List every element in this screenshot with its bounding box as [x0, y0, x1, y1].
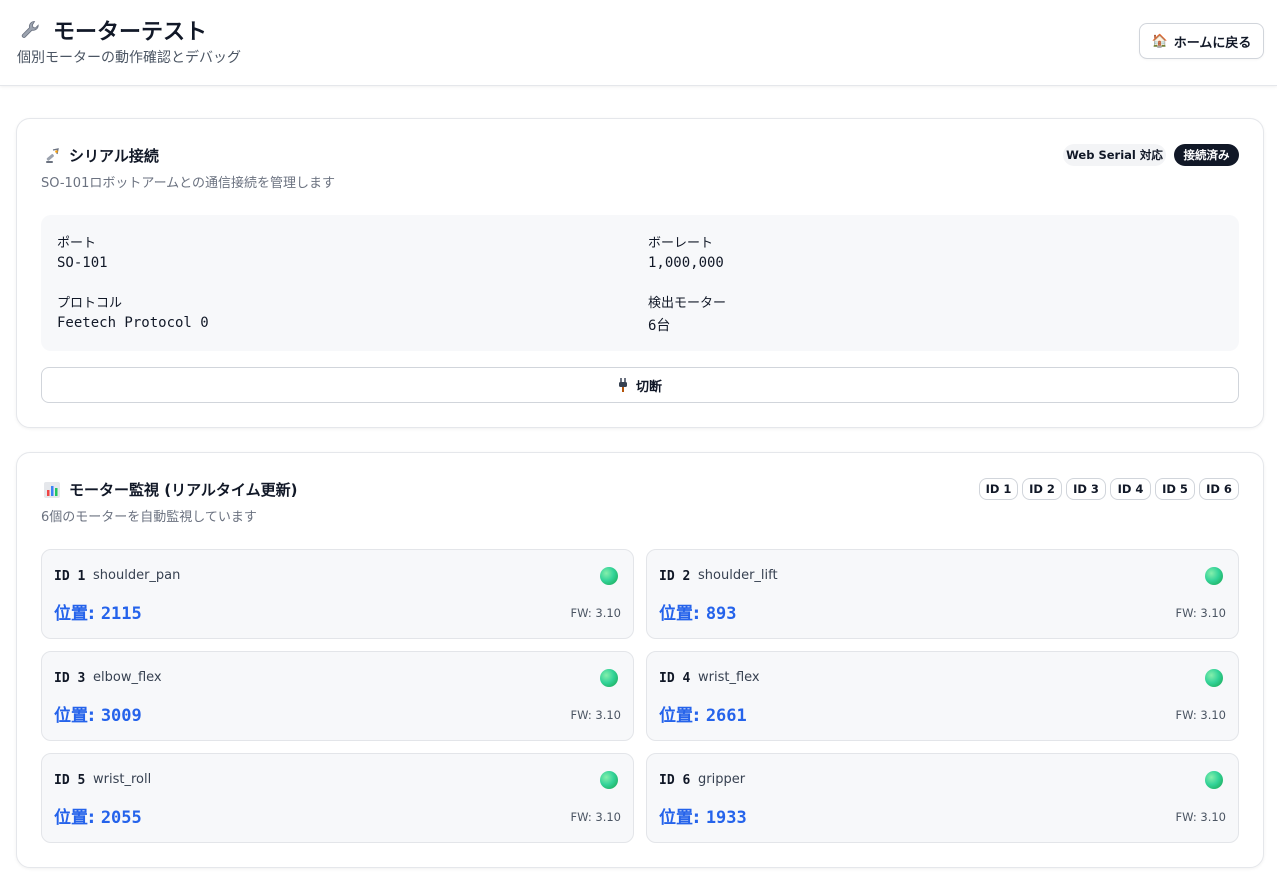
disconnect-button-label: 切断 — [635, 379, 662, 395]
motor-id: ID 2 — [659, 569, 691, 584]
serial-card-title-text: シリアル接続 — [69, 147, 159, 165]
position-value: 2055 — [100, 808, 142, 828]
motor-position: 位置: 2055 — [54, 803, 142, 828]
connection-status-badge: 接続済み — [1174, 144, 1239, 166]
detected-motors-label: 検出モーター — [648, 296, 727, 311]
monitor-card-title: モーター監視 (リアルタイム更新) — [43, 479, 298, 500]
wrench-icon — [21, 21, 39, 38]
motor-card-2: ID 2 shoulder_lift 位置: 893 FW: 3.10 — [646, 549, 1239, 639]
motor-id: ID 1 — [54, 569, 86, 584]
monitor-card-description: 6個のモーターを自動監視しています — [41, 510, 257, 525]
motor-position: 位置: 2115 — [54, 599, 142, 624]
motor-card-1: ID 1 shoulder_pan 位置: 2115 FW: 3.10 — [41, 549, 634, 639]
firmware-version: FW: 3.10 — [1175, 606, 1226, 620]
status-dot-icon — [1205, 567, 1223, 585]
position-label: 位置: — [54, 706, 95, 726]
position-value: 1933 — [705, 808, 747, 828]
position-label: 位置: — [54, 604, 95, 624]
motor-card-5: ID 5 wrist_roll 位置: 2055 FW: 3.10 — [41, 753, 634, 843]
web-serial-badge: Web Serial 対応 — [1063, 144, 1166, 166]
position-value: 3009 — [100, 706, 142, 726]
id-chip-1[interactable]: ID 1 — [979, 478, 1018, 500]
status-dot-icon — [1205, 771, 1223, 789]
firmware-version: FW: 3.10 — [570, 606, 621, 620]
position-value: 893 — [705, 604, 737, 624]
firmware-version: FW: 3.10 — [570, 810, 621, 824]
motor-id: ID 6 — [659, 773, 691, 788]
motor-id: ID 5 — [54, 773, 86, 788]
id-chip-2[interactable]: ID 2 — [1022, 478, 1062, 500]
id-chip-3[interactable]: ID 3 — [1066, 478, 1106, 500]
motor-position: 位置: 1933 — [659, 803, 747, 828]
motor-position: 位置: 3009 — [54, 701, 142, 726]
status-dot-icon — [600, 669, 618, 687]
motor-card-4: ID 4 wrist_flex 位置: 2661 FW: 3.10 — [646, 651, 1239, 741]
motor-name: wrist_flex — [698, 670, 760, 685]
baud-label: ボーレート — [648, 236, 714, 251]
motor-card-3: ID 3 elbow_flex 位置: 3009 FW: 3.10 — [41, 651, 634, 741]
serial-connection-card: シリアル接続 SO-101ロボットアームとの通信接続を管理します Web Ser… — [16, 118, 1264, 428]
serial-card-title: シリアル接続 — [43, 145, 159, 166]
port-label: ポート — [57, 236, 97, 251]
position-label: 位置: — [659, 706, 700, 726]
home-button-label: ホームに戻る — [1173, 35, 1252, 51]
motor-position: 位置: 2661 — [659, 701, 747, 726]
page-header: モーターテスト 個別モーターの動作確認とデバッグ 🏠 ホームに戻る — [0, 0, 1277, 86]
id-chip-4[interactable]: ID 4 — [1110, 478, 1151, 500]
home-button[interactable]: 🏠 ホームに戻る — [1139, 23, 1264, 59]
port-value: SO-101 — [57, 255, 108, 271]
disconnect-button[interactable]: 切断 — [41, 367, 1239, 403]
monitor-card-title-text: モーター監視 (リアルタイム更新) — [69, 481, 298, 499]
id-chip-6[interactable]: ID 6 — [1199, 478, 1239, 500]
motor-id: ID 3 — [54, 671, 86, 686]
firmware-version: FW: 3.10 — [1175, 810, 1226, 824]
status-dot-icon — [600, 567, 618, 585]
firmware-version: FW: 3.10 — [1175, 708, 1226, 722]
connection-info-panel: ポート SO-101 ボーレート 1,000,000 プロトコル Feetech… — [41, 215, 1239, 351]
protocol-label: プロトコル — [57, 296, 123, 311]
motor-name: wrist_roll — [93, 772, 152, 787]
plug-icon — [618, 378, 627, 392]
page-title-text: モーターテスト — [53, 20, 208, 45]
position-label: 位置: — [659, 604, 700, 624]
motor-id: ID 4 — [659, 671, 691, 686]
position-value: 2115 — [100, 604, 142, 624]
status-dot-icon — [600, 771, 618, 789]
page-subtitle: 個別モーターの動作確認とデバッグ — [17, 50, 241, 66]
position-label: 位置: — [54, 808, 95, 828]
position-value: 2661 — [705, 706, 747, 726]
status-dot-icon — [1205, 669, 1223, 687]
satellite-icon — [46, 147, 59, 163]
motor-name: gripper — [698, 772, 746, 787]
firmware-version: FW: 3.10 — [570, 708, 621, 722]
motor-name: shoulder_lift — [698, 568, 778, 583]
motor-name: shoulder_pan — [93, 568, 181, 583]
page-title: モーターテスト — [19, 14, 207, 46]
motor-monitor-card: モーター監視 (リアルタイム更新) 6個のモーターを自動監視しています ID 1… — [16, 452, 1264, 868]
id-chip-5[interactable]: ID 5 — [1155, 478, 1195, 500]
motor-card-6: ID 6 gripper 位置: 1933 FW: 3.10 — [646, 753, 1239, 843]
motor-name: elbow_flex — [93, 670, 162, 685]
baud-value: 1,000,000 — [648, 255, 724, 271]
serial-card-description: SO-101ロボットアームとの通信接続を管理します — [41, 176, 336, 191]
position-label: 位置: — [659, 808, 700, 828]
bar-chart-icon — [44, 481, 60, 498]
protocol-value: Feetech Protocol 0 — [57, 315, 209, 331]
motor-position: 位置: 893 — [659, 599, 737, 624]
home-icon: 🏠 — [1151, 33, 1168, 49]
detected-motors-value: 6台 — [648, 318, 671, 334]
